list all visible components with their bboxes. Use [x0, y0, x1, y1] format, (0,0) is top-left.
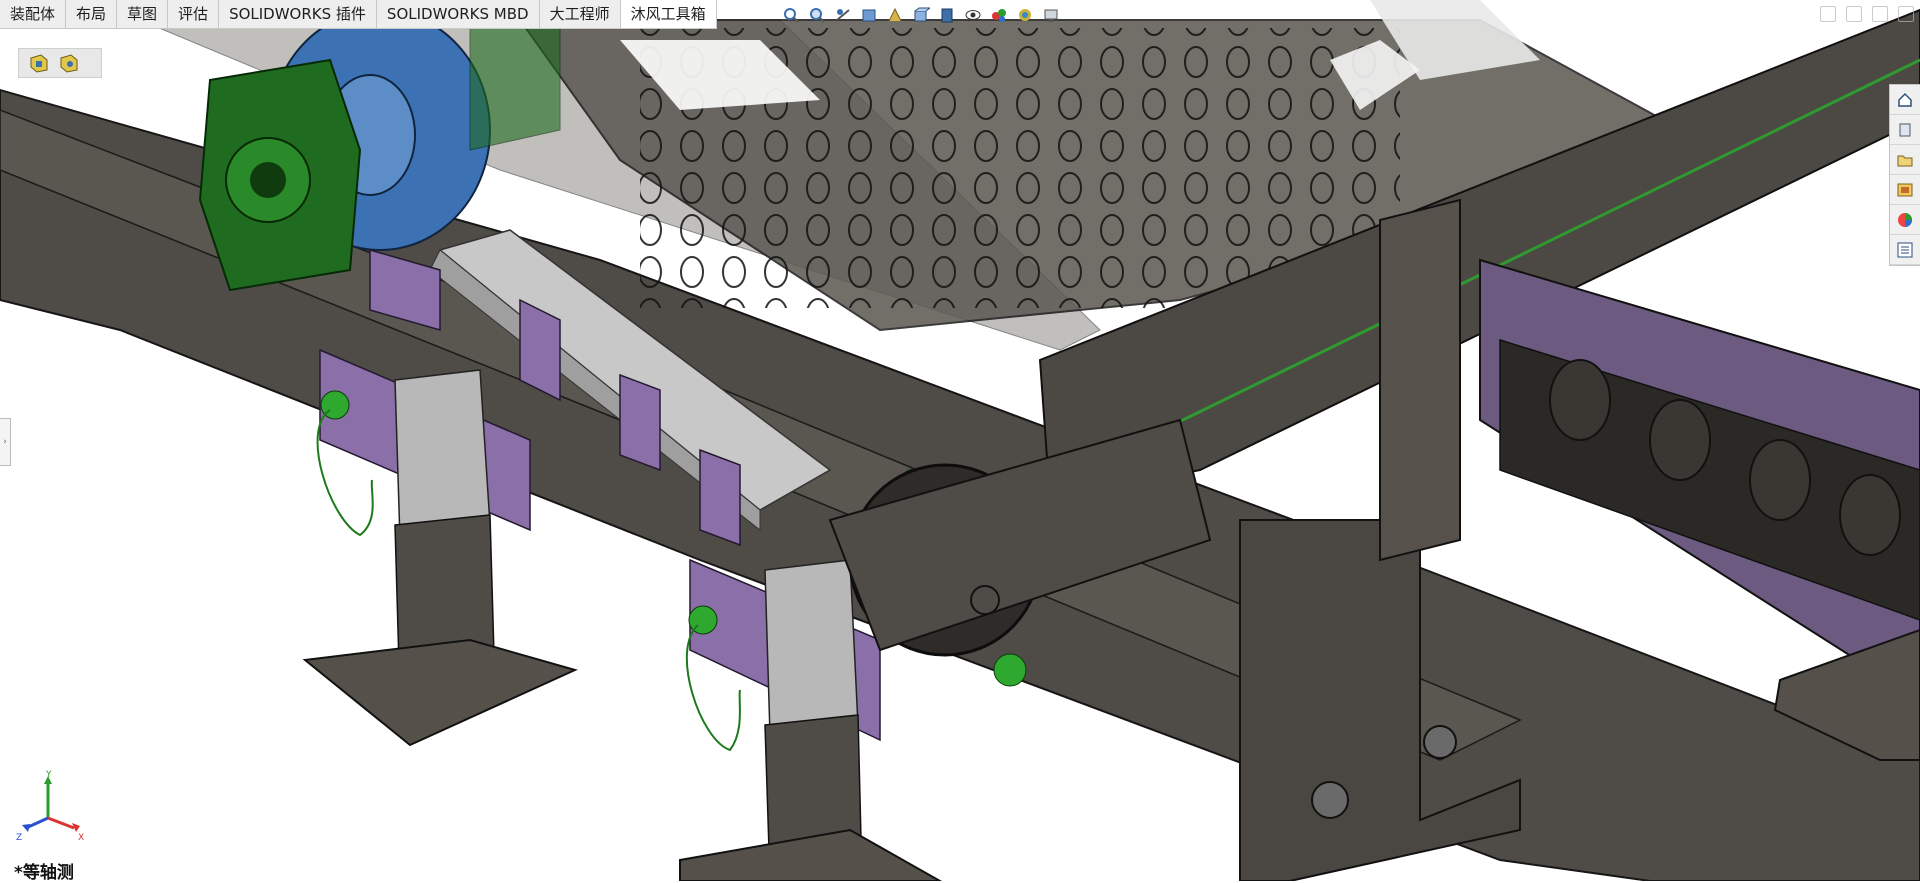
reference-triad: Y X Z — [16, 770, 84, 842]
tab-big-engineer[interactable]: 大工程师 — [539, 0, 621, 28]
previous-view-icon[interactable] — [832, 4, 854, 26]
edit-appearance-icon[interactable] — [988, 4, 1010, 26]
dynamic-annotation-icon[interactable] — [884, 4, 906, 26]
triad-z-label: Z — [16, 833, 22, 842]
view-orientation-label: *等轴测 — [14, 863, 74, 883]
view-palette-icon[interactable] — [1890, 175, 1920, 205]
zoom-to-area-icon[interactable] — [806, 4, 828, 26]
tab-sketch[interactable]: 草图 — [117, 0, 169, 28]
maximize-icon[interactable] — [1872, 6, 1888, 22]
tab-solidworks-addins[interactable]: SOLIDWORKS 插件 — [219, 0, 377, 28]
tab-solidworks-mbd[interactable]: SOLIDWORKS MBD — [376, 0, 540, 28]
restore-icon[interactable] — [1820, 6, 1836, 22]
tab-mufeng-toolbox[interactable]: 沐风工具箱 — [620, 0, 717, 28]
zoom-to-fit-icon[interactable] — [780, 4, 802, 26]
display-style-icon[interactable] — [936, 4, 958, 26]
context-toolbar — [18, 48, 102, 78]
graphics-viewport[interactable] — [0, 0, 1920, 881]
assembly-component-icon[interactable] — [57, 52, 81, 74]
feature-tree-expand-handle[interactable]: › — [0, 418, 11, 466]
close-icon[interactable] — [1898, 6, 1914, 22]
solidworks-resources-icon[interactable] — [1890, 85, 1920, 115]
tab-layout[interactable]: 布局 — [66, 0, 118, 28]
section-view-icon[interactable] — [858, 4, 880, 26]
view-settings-icon[interactable] — [1040, 4, 1062, 26]
rebuild-icon[interactable] — [27, 52, 51, 74]
appearances-icon[interactable] — [1890, 205, 1920, 235]
tab-evaluate[interactable]: 评估 — [168, 0, 220, 28]
file-explorer-icon[interactable] — [1890, 145, 1920, 175]
tab-assembly[interactable]: 装配体 — [0, 0, 67, 28]
apply-scene-icon[interactable] — [1014, 4, 1036, 26]
command-manager-tabs: 装配体 布局 草图 评估 SOLIDWORKS 插件 SOLIDWORKS MB… — [0, 0, 717, 29]
task-pane-tabs — [1889, 84, 1920, 266]
heads-up-view-toolbar — [780, 2, 1062, 28]
hide-show-items-icon[interactable] — [962, 4, 984, 26]
design-library-icon[interactable] — [1890, 115, 1920, 145]
triad-x-label: X — [78, 833, 84, 842]
custom-properties-icon[interactable] — [1890, 235, 1920, 265]
triad-y-label: Y — [45, 770, 52, 780]
view-orientation-icon[interactable] — [910, 4, 932, 26]
tile-icon[interactable] — [1846, 6, 1862, 22]
window-controls — [1820, 6, 1914, 22]
